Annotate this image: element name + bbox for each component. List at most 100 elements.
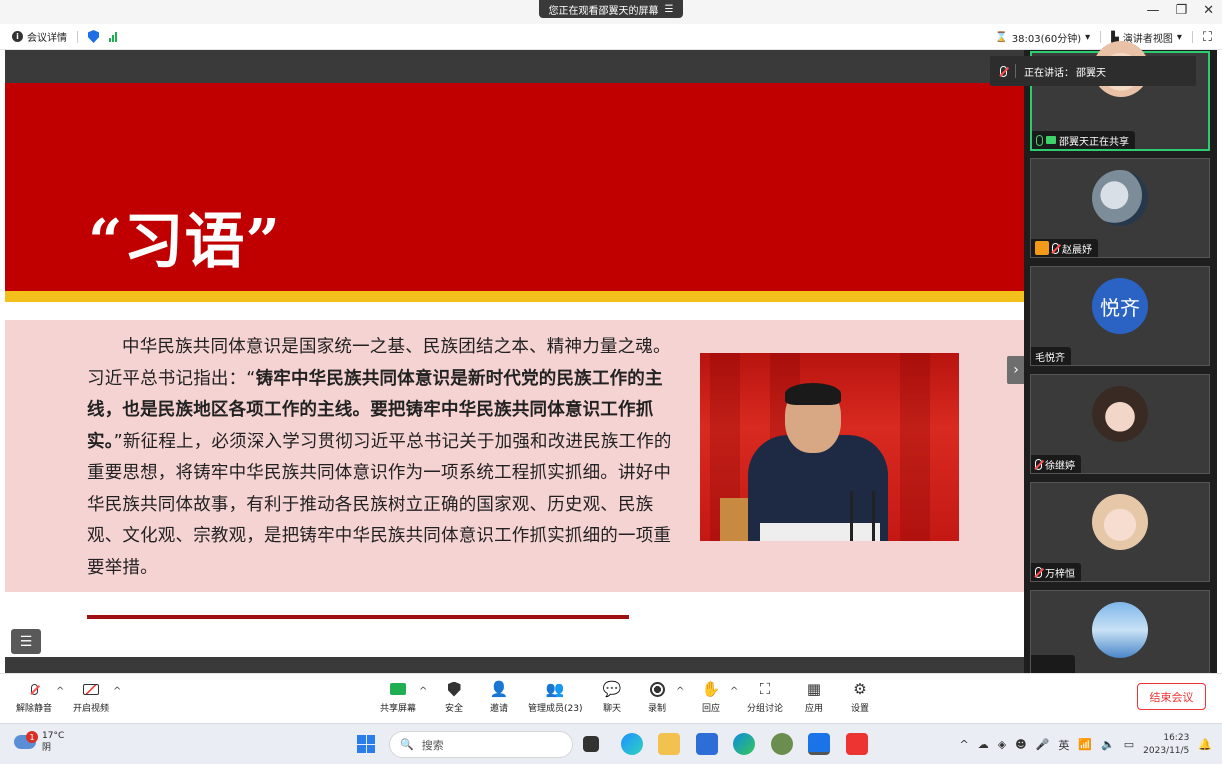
apps-button[interactable]: ▦ 应用: [804, 680, 824, 714]
clock-date: 2023/11/5: [1143, 745, 1190, 756]
chat-icon: 💬: [602, 680, 622, 698]
record-button[interactable]: 录制: [647, 680, 667, 714]
chat-button[interactable]: 💬 聊天: [602, 680, 622, 714]
chevron-up-icon[interactable]: ^: [676, 686, 684, 697]
os-taskbar: 1 17°C 阴 🔍 搜索 ^ ☁ ◈ ☻ 🎤 英 📶 🔈 ▭ 16:23 20…: [0, 723, 1222, 764]
store-icon[interactable]: [696, 733, 718, 755]
divider: [1191, 31, 1193, 43]
chevron-right-icon[interactable]: ›: [1007, 356, 1025, 384]
shield-icon[interactable]: [88, 30, 99, 43]
chevron-up-icon[interactable]: ^: [730, 686, 738, 697]
hand-icon: ✋: [701, 680, 721, 698]
weather-widget[interactable]: 1 17°C 阴: [14, 730, 64, 754]
participant-name: 徐继婷: [1045, 460, 1075, 472]
avatar: [1092, 170, 1148, 226]
participant-tile[interactable]: [1030, 590, 1210, 673]
notification-badge: 1: [26, 731, 38, 743]
app-icon[interactable]: [771, 733, 793, 755]
security-button[interactable]: 安全: [444, 680, 464, 714]
microphone-icon[interactable]: 🎤: [1036, 738, 1050, 751]
apps-grid-icon: ▦: [806, 680, 822, 698]
fullscreen-icon[interactable]: ⛶: [1203, 30, 1212, 45]
search-icon: 🔍: [400, 738, 414, 751]
chevron-up-icon[interactable]: ^: [56, 686, 64, 697]
cloud-sync-icon[interactable]: ☁: [978, 738, 989, 751]
menu-icon[interactable]: ☰: [665, 4, 674, 15]
signal-icon[interactable]: [109, 31, 117, 42]
clock-time: 16:23: [1163, 732, 1190, 743]
camera-off-icon: [81, 680, 101, 698]
divider: [1100, 31, 1102, 43]
end-meeting-button[interactable]: 结束会议: [1137, 683, 1206, 710]
invite-button[interactable]: 👤 邀请: [489, 680, 509, 714]
close-icon[interactable]: ✕: [1203, 3, 1214, 18]
participant-tile[interactable]: 悦齐 毛悦齐: [1030, 266, 1210, 366]
unmute-button[interactable]: 解除静音: [16, 680, 52, 714]
microphone-muted-icon: [1035, 566, 1042, 578]
taskbar-clock[interactable]: 16:23 2023/11/5: [1143, 732, 1189, 758]
shield-icon: [444, 680, 464, 698]
task-view-icon[interactable]: [583, 736, 599, 752]
wifi-icon[interactable]: 📶: [1078, 738, 1092, 751]
start-video-button[interactable]: 开启视频: [73, 680, 109, 714]
security-tray-icon[interactable]: ◈: [998, 738, 1006, 751]
battery-icon[interactable]: ▭: [1124, 738, 1134, 751]
breakout-button[interactable]: ⛶ 分组讨论: [747, 680, 783, 714]
wps-icon[interactable]: [846, 733, 868, 755]
share-banner[interactable]: 您正在观看邵翼天的屏幕 ☰: [539, 0, 683, 18]
browser-icon[interactable]: [733, 733, 755, 755]
volume-icon[interactable]: 🔈: [1101, 738, 1115, 751]
participant-name-bar: 赵晨妤: [1031, 239, 1098, 257]
meeting-timer[interactable]: ⌛ 38:03(60分钟) ▾: [995, 30, 1090, 45]
meeting-info-button[interactable]: i 会议详情: [12, 29, 67, 44]
bell-icon[interactable]: 🔔: [1198, 738, 1212, 751]
participant-name: 赵晨妤: [1062, 244, 1092, 256]
participant-gallery: 邵翼天正在共享 赵晨妤 悦齐 毛悦齐 徐继婷 万梓恒: [1024, 41, 1217, 673]
edge-icon[interactable]: [621, 733, 643, 755]
reactions-button[interactable]: ✋ 回应: [701, 680, 721, 714]
participant-tile[interactable]: 万梓恒: [1030, 482, 1210, 582]
participant-tile[interactable]: 赵晨妤: [1030, 158, 1210, 258]
participants-button[interactable]: 👥 管理成员(23): [528, 680, 582, 714]
weather-temp: 17°C: [42, 731, 65, 741]
chevron-up-icon[interactable]: ^: [419, 686, 427, 697]
add-user-icon: 👤: [489, 680, 509, 698]
microphone-icon: [1036, 134, 1043, 146]
start-video-label: 开启视频: [73, 704, 110, 714]
windows-start-icon[interactable]: [357, 735, 375, 753]
meeting-app-icon[interactable]: [808, 733, 830, 755]
taskbar-search[interactable]: 🔍 搜索: [389, 731, 573, 758]
slide-paragraph: 中华民族共同体意识是国家统一之基、民族团结之本、精神力量之魂。习近平总书记指出：…: [87, 332, 679, 584]
microphone-muted-icon: [1035, 458, 1042, 470]
participant-name: 万梓恒: [1045, 568, 1075, 580]
reactions-label: 回应: [701, 704, 720, 714]
input-method[interactable]: 英: [1058, 737, 1069, 753]
minimize-icon[interactable]: —: [1146, 3, 1159, 18]
restore-icon[interactable]: ❐: [1175, 3, 1187, 18]
chevron-up-icon[interactable]: ^: [113, 686, 121, 697]
avatar: [1092, 494, 1148, 550]
chevron-up-icon[interactable]: ^: [959, 738, 968, 751]
avatar: [1092, 386, 1148, 442]
share-screen-button[interactable]: 共享屏幕: [380, 680, 416, 714]
search-placeholder: 搜索: [421, 738, 444, 752]
participant-name-bar: 徐继婷: [1031, 455, 1081, 473]
participant-tile[interactable]: 徐继婷: [1030, 374, 1210, 474]
apps-label: 应用: [804, 704, 823, 714]
participant-name: 毛悦齐: [1035, 352, 1065, 364]
avatar-initials: 悦齐: [1092, 278, 1148, 334]
file-explorer-icon[interactable]: [658, 733, 680, 755]
settings-label: 设置: [850, 704, 869, 714]
slide-footer-line: [87, 615, 629, 619]
meeting-infobar: i 会议详情 ⌛ 38:03(60分钟) ▾ ▙ 演讲者视图 ▾ ⛶: [0, 24, 1222, 50]
settings-button[interactable]: ⚙ 设置: [850, 680, 870, 714]
meeting-info-label: 会议详情: [27, 33, 67, 44]
avatar: [1092, 602, 1148, 658]
microphone-muted-icon: [24, 680, 44, 698]
list-icon[interactable]: ☰: [11, 629, 41, 654]
qq-icon[interactable]: ☻: [1015, 738, 1026, 751]
person-icon: [1035, 241, 1049, 255]
unmute-label: 解除静音: [16, 704, 53, 714]
info-icon: i: [12, 31, 23, 42]
speaker-label: 正在讲话：: [1024, 67, 1074, 79]
